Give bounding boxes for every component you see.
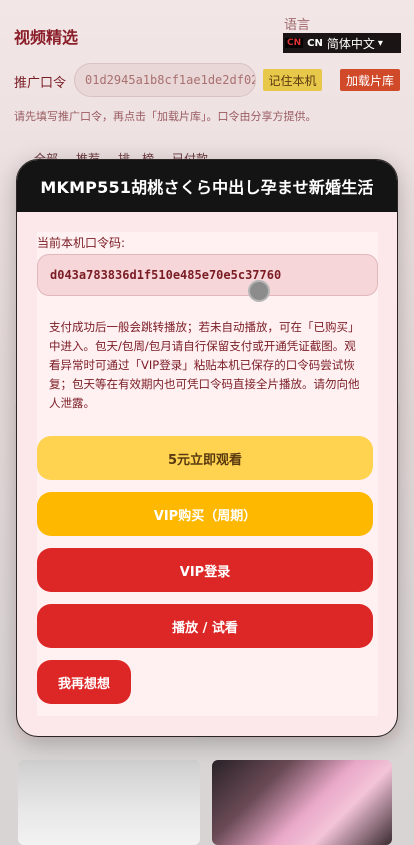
info-text: 支付成功后一般会跳转播放；若未自动播放，可在「已购买」中进入。包天/包周/包月请… [49, 320, 360, 410]
modal-body: 当前本机口令码: d043a783836d1f510e485e70e5c3776… [37, 232, 378, 716]
language-code: CN [307, 37, 323, 49]
load-library-button[interactable]: 加载片库 [340, 69, 400, 91]
hint-text: 请先填写推广口令，再点击「加载片库」。口令由分享方提供。 [14, 110, 317, 123]
promo-label: 推广口令 [14, 76, 67, 91]
flag-icon: CN [285, 38, 304, 48]
modal-title: MKMP551胡桃さくら中出し孕ませ新婚生活 [17, 160, 397, 212]
device-code-label: 当前本机口令码: [37, 236, 126, 250]
page-title: 视频精选 [14, 28, 79, 47]
chevron-down-icon: ▾ [377, 37, 383, 49]
drag-handle[interactable] [248, 280, 270, 302]
vip-login-button[interactable]: VIP登录 [37, 548, 373, 592]
language-select[interactable]: CN CN 简体中文 ▾ [283, 33, 401, 53]
remember-device-button[interactable]: 记住本机 [263, 69, 322, 91]
language-selected: 简体中文 [326, 36, 375, 51]
device-code-field[interactable]: d043a783836d1f510e485e70e5c37760 [37, 254, 378, 296]
promo-code-input[interactable]: 01d2945a1b8cf1ae1de2df02 [74, 63, 256, 97]
watch-now-button[interactable]: 5元立即观看 [37, 436, 373, 480]
vip-purchase-button[interactable]: VIP购买（周期） [37, 492, 373, 536]
language-label: 语言 [284, 18, 311, 33]
video-thumbnail-right[interactable] [212, 760, 392, 845]
purchase-modal: MKMP551胡桃さくら中出し孕ませ新婚生活 当前本机口令码: d043a783… [16, 159, 398, 737]
cancel-button[interactable]: 我再想想 [37, 660, 131, 704]
video-thumbnail-left[interactable] [18, 760, 200, 845]
play-trial-button[interactable]: 播放 / 试看 [37, 604, 373, 648]
